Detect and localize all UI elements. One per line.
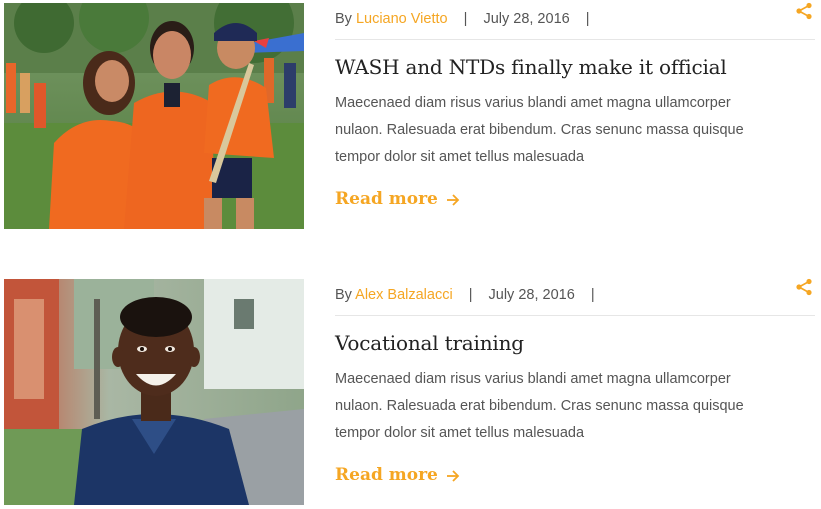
post-meta: By Alex Balzalacci | July 28, 2016 | xyxy=(335,287,815,307)
blog-post: By Luciano Vietto | July 28, 2016 | WASH… xyxy=(0,2,821,229)
arrow-right-icon xyxy=(446,192,460,206)
post-thumbnail[interactable] xyxy=(4,279,304,505)
blog-post: By Alex Balzalacci | July 28, 2016 | Voc… xyxy=(0,278,821,505)
read-more-label: Read more xyxy=(335,465,438,485)
post-title[interactable]: Vocational training xyxy=(335,331,815,355)
meta-divider xyxy=(335,39,815,40)
post-title[interactable]: WASH and NTDs finally make it official xyxy=(335,55,815,79)
share-icon[interactable] xyxy=(795,278,813,296)
post-date: July 28, 2016 xyxy=(488,287,575,303)
post-content: By Luciano Vietto | July 28, 2016 | WASH… xyxy=(335,2,815,229)
meta-separator: | xyxy=(590,287,595,303)
post-excerpt: Maecenaed diam risus varius blandi amet … xyxy=(335,95,744,165)
by-label: By xyxy=(335,287,352,303)
meta-separator: | xyxy=(468,287,473,303)
author-link[interactable]: Alex Balzalacci xyxy=(355,287,453,303)
post-meta: By Luciano Vietto | July 28, 2016 | xyxy=(335,11,815,31)
share-icon[interactable] xyxy=(795,2,813,20)
meta-separator: | xyxy=(463,11,468,27)
post-image-family xyxy=(4,3,304,229)
meta-divider xyxy=(335,315,815,316)
arrow-right-icon xyxy=(446,468,460,482)
meta-separator: | xyxy=(585,11,590,27)
post-date: July 28, 2016 xyxy=(483,11,570,27)
read-more-link[interactable]: Read more xyxy=(335,187,460,211)
post-content: By Alex Balzalacci | July 28, 2016 | Voc… xyxy=(335,278,815,505)
post-excerpt: Maecenaed diam risus varius blandi amet … xyxy=(335,371,744,441)
post-thumbnail[interactable] xyxy=(4,3,304,229)
read-more-link[interactable]: Read more xyxy=(335,463,460,487)
by-label: By xyxy=(335,11,352,27)
post-image-boy xyxy=(4,279,304,505)
read-more-label: Read more xyxy=(335,189,438,209)
author-link[interactable]: Luciano Vietto xyxy=(356,11,448,27)
